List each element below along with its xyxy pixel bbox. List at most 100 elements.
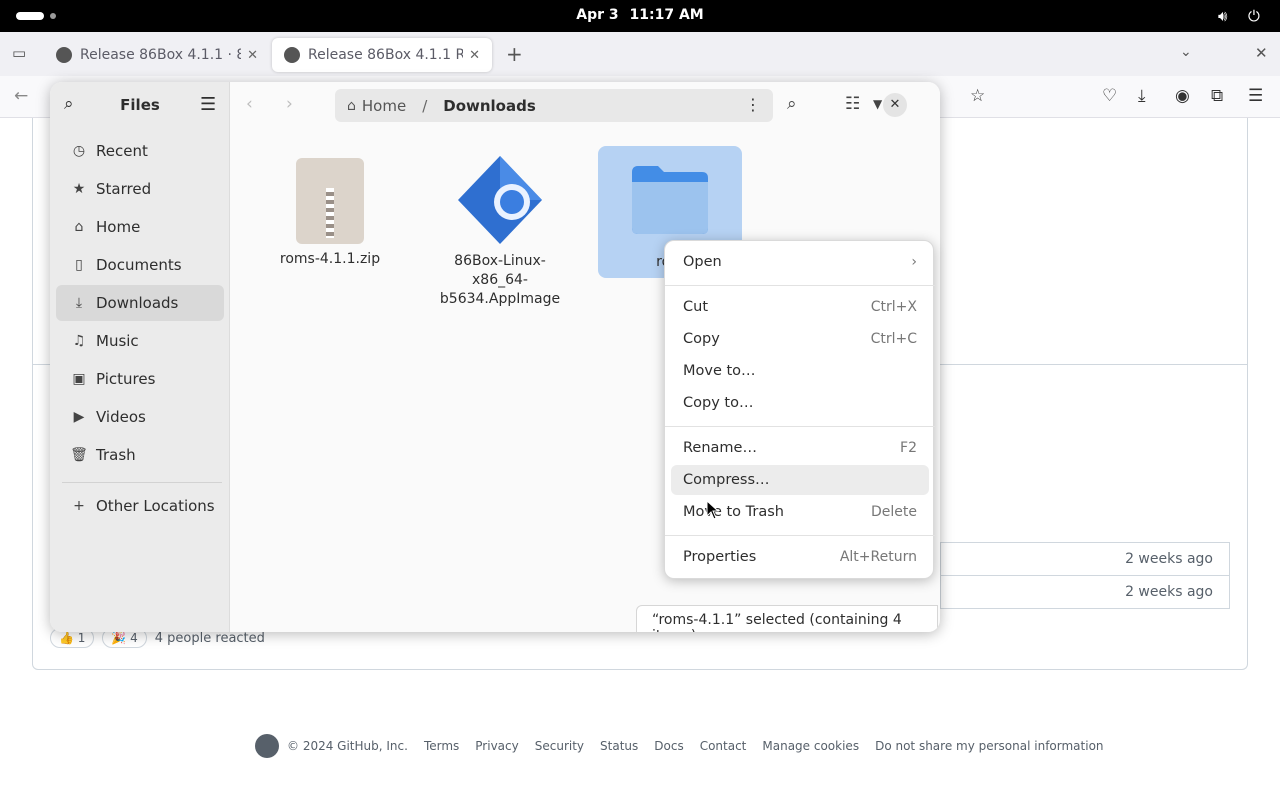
menu-item-cut[interactable]: Cut Ctrl+X xyxy=(671,292,929,322)
sidebar-header: ⌕ Files ☰ xyxy=(50,82,230,128)
footer-link-contact[interactable]: Contact xyxy=(700,739,747,753)
path-home[interactable]: ⌂ Home xyxy=(347,97,406,115)
sidebar-item-label: Documents xyxy=(96,256,182,274)
menu-item-label: Copy to… xyxy=(683,395,754,411)
file-item-appimage[interactable]: 86Box-Linux- x86_64- b5634.AppImage xyxy=(428,154,572,309)
sidebar-item-label: Downloads xyxy=(96,294,179,312)
tab-close-icon[interactable]: ✕ xyxy=(469,48,480,63)
asset-time: 2 weeks ago xyxy=(1125,584,1213,600)
file-name: roms-4.1.1.zip xyxy=(279,251,381,267)
power-icon[interactable]: ⏻ xyxy=(1248,7,1260,25)
menu-item-accel: Alt+Return xyxy=(839,549,917,565)
sidebar-item-home[interactable]: ⌂ Home xyxy=(56,209,224,245)
footer-link-do-not-share[interactable]: Do not share my personal information xyxy=(875,739,1103,753)
forward-chevron-icon[interactable]: › xyxy=(286,94,293,114)
menu-item-label: Properties xyxy=(683,549,757,565)
trash-icon: 🗑︎ xyxy=(70,447,88,463)
close-window-button[interactable]: ✕ xyxy=(883,93,907,117)
sidebar-item-music[interactable]: ♫ Music xyxy=(56,323,224,359)
tab-title: Release 86Box 4.1.1 ROM xyxy=(308,47,464,63)
downloads-icon[interactable]: ⤓ xyxy=(1138,86,1146,106)
path-home-label: Home xyxy=(361,96,407,115)
footer-link-privacy[interactable]: Privacy xyxy=(475,739,518,753)
more-options-icon[interactable]: ⋮ xyxy=(745,95,761,114)
tab-overview-icon[interactable]: ▭ xyxy=(12,44,26,62)
asset-time: 2 weeks ago xyxy=(1125,551,1213,567)
new-tab-button[interactable]: + xyxy=(506,42,523,66)
bookmark-star-icon[interactable]: ☆ xyxy=(970,86,985,106)
zip-archive-icon xyxy=(296,158,364,244)
tab-list-chevron-icon[interactable]: ⌄ xyxy=(1180,44,1192,60)
sidebar-item-recent[interactable]: ◷ Recent xyxy=(56,133,224,169)
search-folder-icon[interactable]: ⌕ xyxy=(787,94,797,114)
file-name-line: x86_64- xyxy=(472,272,528,288)
menu-separator xyxy=(665,285,935,286)
home-icon: ⌂ xyxy=(347,97,356,114)
picture-icon: ▣ xyxy=(72,371,86,387)
browser-tab-2[interactable]: Release 86Box 4.1.1 ROM ✕ xyxy=(272,38,492,72)
files-sidebar: ⌕ Files ☰ ◷ Recent ★ Starred ⌂ Home ▯ Docume… xyxy=(50,82,230,632)
footer-link-cookies[interactable]: Manage cookies xyxy=(762,739,859,753)
pocket-icon[interactable]: ♡ xyxy=(1102,86,1117,106)
footer-link-docs[interactable]: Docs xyxy=(654,739,683,753)
footer-link-terms[interactable]: Terms xyxy=(424,739,459,753)
view-options-dropdown-icon[interactable]: ▼ xyxy=(873,97,882,111)
video-icon: ▶ xyxy=(73,409,85,425)
list-view-icon[interactable]: ☷ xyxy=(845,94,860,114)
sidebar-item-starred[interactable]: ★ Starred xyxy=(56,171,224,207)
menu-item-rename[interactable]: Rename… F2 xyxy=(671,433,929,463)
appimage-icon xyxy=(454,154,546,246)
asset-row[interactable]: 2 weeks ago xyxy=(940,542,1230,576)
sidebar-item-trash[interactable]: 🗑︎ Trash xyxy=(56,437,224,473)
asset-row[interactable]: 2 weeks ago xyxy=(940,575,1230,609)
sidebar-item-other-locations[interactable]: + Other Locations xyxy=(56,488,224,524)
menu-item-accel: Ctrl+C xyxy=(870,331,917,347)
extensions-icon[interactable]: ⧉ xyxy=(1211,86,1223,106)
account-icon[interactable]: ◉ xyxy=(1175,86,1190,106)
menu-item-label: Rename… xyxy=(683,440,757,456)
clock[interactable]: Apr 3 11:17 AM xyxy=(0,7,1280,23)
sidebar-item-downloads[interactable]: ⤓ Downloads xyxy=(56,285,224,321)
github-logo-icon[interactable] xyxy=(255,734,279,758)
browser-tab-bar: ▭ Release 86Box 4.1.1 · 86B ✕ Release 86… xyxy=(0,32,1280,76)
clock-date: Apr 3 xyxy=(576,7,619,23)
system-top-bar: Apr 3 11:17 AM 🔊︎ ⏻ xyxy=(0,0,1280,32)
sidebar-item-label: Music xyxy=(96,332,139,350)
file-item-zip[interactable]: roms-4.1.1.zip xyxy=(258,158,402,269)
app-menu-icon[interactable]: ☰ xyxy=(1248,86,1263,106)
menu-item-copy-to[interactable]: Copy to… xyxy=(671,388,929,418)
volume-icon[interactable]: 🔊︎ xyxy=(1218,7,1227,25)
window-close-icon[interactable]: ✕ xyxy=(1255,44,1268,62)
path-separator: / xyxy=(422,96,428,115)
browser-tab-1[interactable]: Release 86Box 4.1.1 · 86B ✕ xyxy=(44,38,270,72)
sidebar-item-label: Videos xyxy=(96,408,146,426)
plus-icon: + xyxy=(73,498,85,514)
path-current[interactable]: Downloads xyxy=(443,97,536,115)
menu-item-label: Move to… xyxy=(683,363,756,379)
github-favicon-icon xyxy=(284,47,300,63)
footer-link-security[interactable]: Security xyxy=(535,739,584,753)
file-name-line: b5634.AppImage xyxy=(439,291,561,307)
folder-icon xyxy=(632,166,708,234)
tab-close-icon[interactable]: ✕ xyxy=(247,48,258,63)
hamburger-menu-icon[interactable]: ☰ xyxy=(200,94,216,115)
document-icon: ▯ xyxy=(75,257,83,273)
path-bar[interactable]: ⌂ Home / Downloads ⋮ xyxy=(335,89,773,122)
sidebar-item-pictures[interactable]: ▣ Pictures xyxy=(56,361,224,397)
menu-item-properties[interactable]: Properties Alt+Return xyxy=(671,542,929,572)
mouse-pointer-icon xyxy=(706,500,720,520)
files-header-bar: ‹ › ⌂ Home / Downloads ⋮ ⌕ ☷ ▼ ✕ xyxy=(230,82,940,128)
menu-item-open[interactable]: Open › xyxy=(671,247,929,277)
back-chevron-icon[interactable]: ‹ xyxy=(246,94,253,114)
sidebar-item-documents[interactable]: ▯ Documents xyxy=(56,247,224,283)
sidebar-separator xyxy=(62,482,222,483)
footer-link-status[interactable]: Status xyxy=(600,739,638,753)
menu-item-compress[interactable]: Compress… xyxy=(671,465,929,495)
sidebar-item-label: Trash xyxy=(96,446,136,464)
back-arrow-icon[interactable]: ← xyxy=(14,86,28,106)
github-favicon-icon xyxy=(56,47,72,63)
menu-item-copy[interactable]: Copy Ctrl+C xyxy=(671,324,929,354)
menu-item-accel: Ctrl+X xyxy=(870,299,917,315)
sidebar-item-videos[interactable]: ▶ Videos xyxy=(56,399,224,435)
menu-item-move-to[interactable]: Move to… xyxy=(671,356,929,386)
